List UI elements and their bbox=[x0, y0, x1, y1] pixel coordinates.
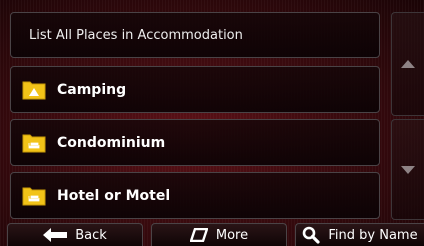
find-by-name-label: Find by Name bbox=[328, 227, 418, 243]
screen-background: List All Places in Accommodation Camping… bbox=[0, 0, 424, 246]
list-item-label: Camping bbox=[57, 81, 127, 98]
list-item-hotel-or-motel[interactable]: Hotel or Motel bbox=[10, 172, 380, 219]
list-item-camping[interactable]: Camping bbox=[10, 66, 380, 113]
list-header-label: List All Places in Accommodation bbox=[29, 27, 243, 43]
list-item-label: Hotel or Motel bbox=[57, 187, 171, 204]
bottom-toolbar: Back More Find by Name bbox=[0, 223, 424, 246]
list-header[interactable]: List All Places in Accommodation bbox=[10, 12, 380, 58]
arrow-up-icon bbox=[401, 60, 415, 68]
list-item-condominium[interactable]: Condominium bbox=[10, 119, 380, 166]
back-button[interactable]: Back bbox=[7, 223, 143, 246]
scroll-up-button[interactable] bbox=[391, 12, 424, 116]
condominium-folder-icon bbox=[22, 132, 46, 153]
arrow-down-icon bbox=[401, 165, 415, 174]
back-button-label: Back bbox=[75, 227, 107, 243]
hotel-folder-icon bbox=[22, 185, 46, 206]
scroll-down-button[interactable] bbox=[391, 119, 424, 220]
back-arrow-icon bbox=[43, 228, 68, 242]
search-icon bbox=[303, 226, 320, 244]
more-button[interactable]: More bbox=[151, 223, 287, 246]
find-by-name-button[interactable]: Find by Name bbox=[295, 223, 424, 246]
more-icon bbox=[189, 228, 208, 242]
list-item-label: Condominium bbox=[57, 134, 166, 151]
camping-folder-icon bbox=[22, 79, 46, 100]
more-button-label: More bbox=[215, 227, 249, 243]
